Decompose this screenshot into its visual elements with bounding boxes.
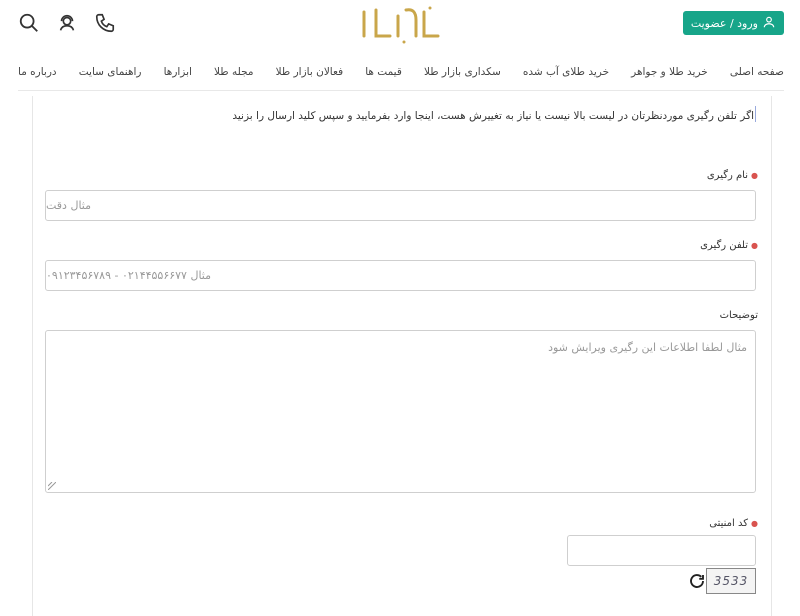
- phone-input[interactable]: مثال ۰۲۱۴۴۵۵۶۶۷۷ - ۰۹۱۲۳۴۵۶۷۸۹: [45, 260, 756, 291]
- nav-item-market-coins[interactable]: سکداری بازار طلا: [424, 66, 501, 78]
- captcha-label-text: کد امنیتی: [709, 518, 749, 529]
- required-mark: ●: [751, 171, 758, 180]
- captcha-input[interactable]: [567, 535, 756, 566]
- name-input-placeholder: مثال دقت: [46, 199, 92, 212]
- phone-label-text: تلفن رگیری: [700, 240, 749, 251]
- main-nav: صفحه اصلی خرید طلا و جواهر خرید طلای آب …: [18, 66, 784, 78]
- captcha-image: 3533: [706, 568, 756, 594]
- name-label: ●نام رگیری: [707, 170, 758, 181]
- login-register-button[interactable]: ورود / عضویت: [682, 11, 784, 35]
- nav-item-site-guide[interactable]: راهنمای سایت: [79, 66, 142, 78]
- nav-item-home[interactable]: صفحه اصلی: [730, 66, 784, 78]
- nav-item-tools[interactable]: ابزارها: [164, 66, 192, 78]
- name-label-text: نام رگیری: [706, 170, 749, 181]
- captcha-text: 3533: [713, 574, 749, 588]
- nav-item-buy-melted-gold[interactable]: خرید طلای آب شده: [523, 66, 609, 78]
- refresh-captcha-icon[interactable]: [688, 572, 706, 590]
- site-logo[interactable]: [358, 2, 444, 46]
- required-mark: ●: [751, 241, 758, 250]
- phone-label: ●تلفن رگیری: [700, 240, 758, 251]
- nav-item-market-actors[interactable]: فعالان بازار طلا: [276, 66, 343, 78]
- form-intro-text: اگر تلفن رگیری موردنظرتان در لیست بالا ن…: [232, 110, 754, 122]
- nav-item-prices[interactable]: قیمت ها: [365, 66, 402, 78]
- site-header: ورود / عضویت صفحه اصلی خرید طلا و جواهر …: [0, 0, 800, 92]
- description-label-text: توضیحات: [719, 310, 758, 321]
- captcha-label: ●کد امنیتی: [709, 518, 758, 529]
- phone-input-placeholder: مثال ۰۲۱۴۴۵۵۶۶۷۷ - ۰۹۱۲۳۴۵۶۷۸۹: [46, 269, 212, 282]
- nav-item-about-us[interactable]: درباره ما: [18, 66, 57, 78]
- user-icon: [762, 15, 776, 32]
- login-register-label: ورود / عضویت: [690, 16, 758, 30]
- resize-grip-icon[interactable]: [48, 482, 56, 490]
- nav-item-buy-gold-jewelry[interactable]: خرید طلا و جواهر: [631, 66, 708, 78]
- description-placeholder: مثال لطفا اطلاعات این رگیری ویرایش شود: [548, 341, 747, 354]
- phone-icon[interactable]: [92, 10, 118, 36]
- required-mark: ●: [751, 519, 758, 528]
- nav-item-gold-magazine[interactable]: مجله طلا: [214, 66, 253, 78]
- name-input[interactable]: مثال دقت: [45, 190, 756, 221]
- search-icon[interactable]: [16, 10, 42, 36]
- description-label: توضیحات: [720, 310, 758, 321]
- nav-divider: [18, 90, 784, 91]
- support-icon[interactable]: [54, 10, 80, 36]
- description-textarea[interactable]: مثال لطفا اطلاعات این رگیری ویرایش شود: [45, 330, 756, 493]
